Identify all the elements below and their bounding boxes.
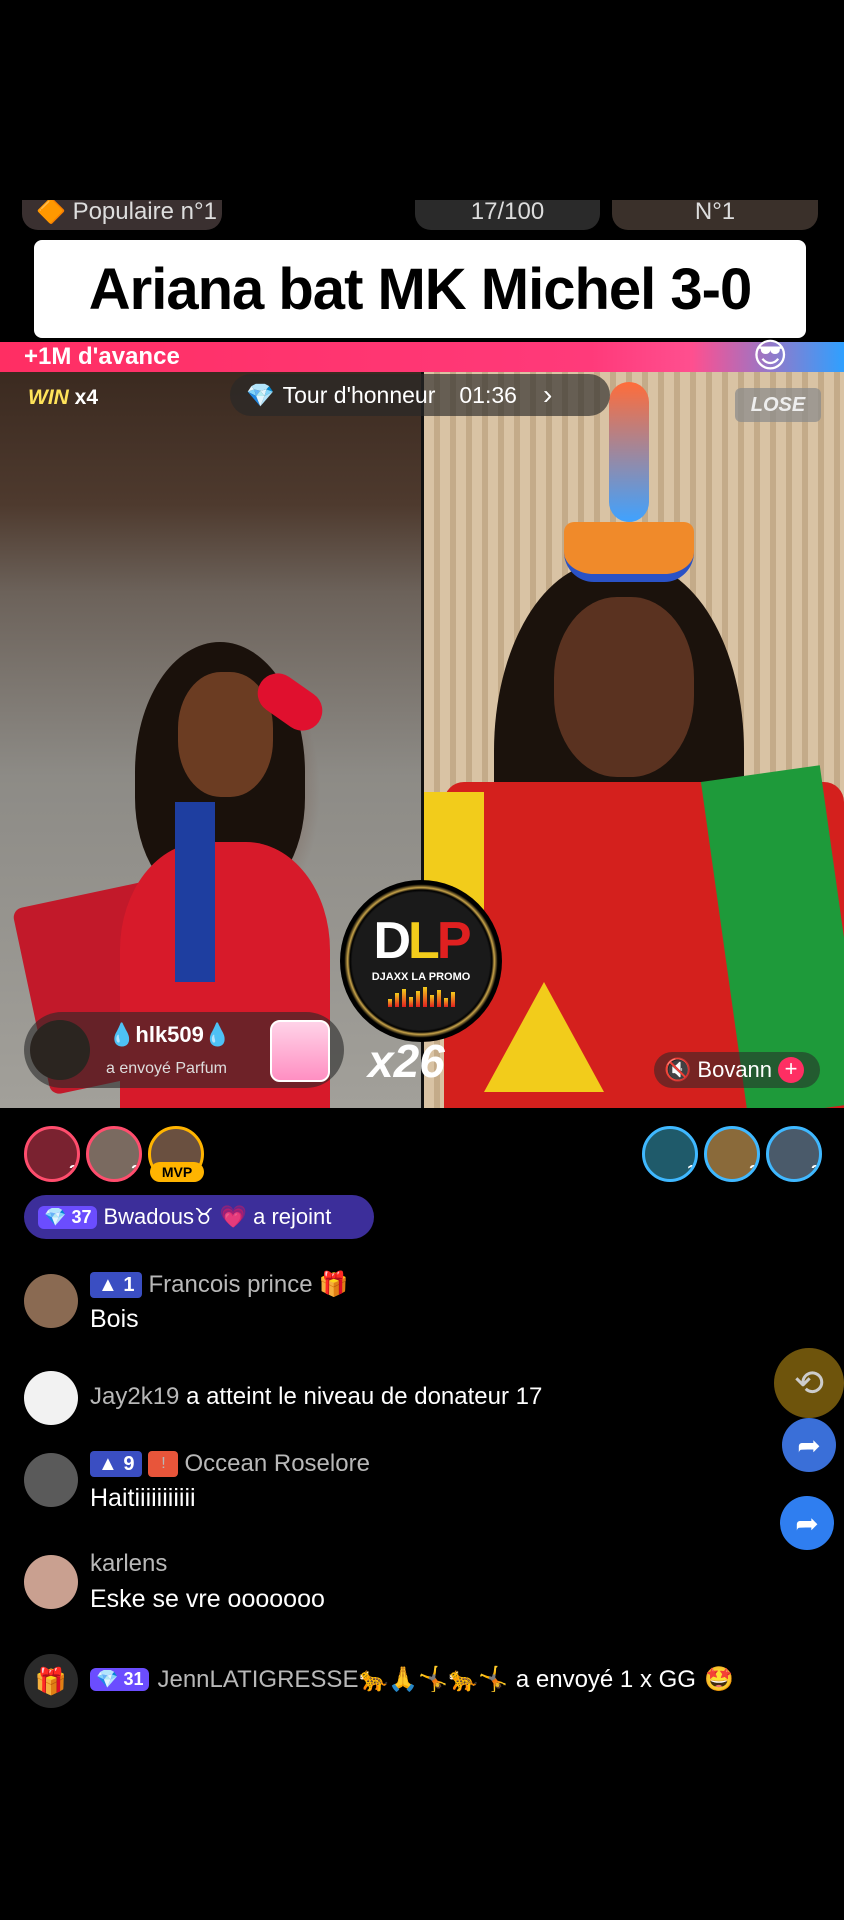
lead-text: +1M d'avance — [24, 343, 180, 370]
right-top-gifter-2[interactable]: 2 — [704, 1126, 760, 1182]
honor-round-timer: 01:36 — [459, 381, 517, 408]
host-scarf-shape — [175, 802, 215, 982]
equalizer-icon — [387, 987, 455, 1007]
avatar[interactable] — [24, 1453, 78, 1507]
logo-subtitle: DJAXX LA PROMO — [371, 971, 471, 983]
level-number: 1 — [123, 1273, 135, 1296]
popular-rank-label: Populaire n°1 — [72, 200, 217, 225]
chat-message-text: Bois — [90, 1305, 139, 1333]
video-caption: Ariana bat MK Michel 3-0 — [34, 240, 806, 338]
flame-icon: 🔶 — [36, 200, 66, 225]
share-icon[interactable]: ➦ — [780, 1496, 834, 1550]
diamond-icon: 💎 — [96, 1669, 119, 1689]
gift-notification[interactable]: 💧hlk509💧 a envoyé Parfum — [24, 1012, 344, 1088]
rank-pill[interactable]: N°1 — [612, 200, 818, 230]
progress-label: 17/100 — [470, 200, 545, 225]
chat-username-row: ▲ 1 Francois prince 🎁 — [90, 1270, 348, 1299]
perfume-gift-icon — [270, 1020, 330, 1082]
join-text: a rejoint — [253, 1204, 332, 1229]
diamond-icon: 💎 — [246, 381, 275, 408]
diamond-icon: 💎 — [44, 1206, 67, 1227]
dlp-watermark-logo: DLP DJAXX LA PROMO — [340, 880, 502, 1042]
mvp-badge: MVP — [150, 1162, 204, 1182]
right-host-name: Bovann — [697, 1057, 773, 1082]
level-badge: 💎 31 — [90, 1668, 150, 1691]
progress-pill[interactable]: 17/100 — [415, 200, 600, 230]
heart-icon: 💗 — [219, 1204, 248, 1229]
battle-score-bar: +1M d'avance 😎 — [0, 337, 844, 375]
gift-action-text: a envoyé Parfum — [106, 1060, 227, 1077]
chat-username-row: karlens — [90, 1550, 167, 1578]
gift-message: 💎 31 JennLATIGRESSE🐆🙏🤸🐆🤸 a envoyé 1 x GG… — [90, 1665, 734, 1694]
honor-round-label: Tour d'honneur — [282, 381, 436, 408]
sunglasses-emoji-icon: 😎 — [752, 337, 788, 375]
rank-label: N°1 — [694, 200, 736, 225]
plus-icon[interactable]: + — [778, 1057, 805, 1083]
avatar[interactable] — [24, 1274, 78, 1328]
clown-figure-effect — [609, 382, 649, 522]
mute-icon[interactable]: 🔇 — [664, 1057, 691, 1083]
rank-number: 3 — [811, 1163, 820, 1180]
top-status-strip: 🔶 Populaire n°1 17/100 N°1 — [0, 200, 844, 236]
rank-number: 2 — [749, 1163, 758, 1180]
gift-icon: 🎁 — [318, 1271, 349, 1298]
avatar[interactable] — [24, 1371, 78, 1425]
flag-star — [484, 982, 604, 1092]
share-icon[interactable]: ➦ — [782, 1418, 836, 1472]
chat-message-text: a envoyé 1 x GG — [515, 1665, 696, 1693]
right-host-card[interactable]: 🔇 Bovann + — [654, 1052, 820, 1088]
rank-number: 1 — [687, 1163, 696, 1180]
chat-username-row: ▲ 9 ! Occean Roselore — [90, 1450, 370, 1478]
logo-letter-d: D — [373, 912, 411, 970]
win-badge: WIN x4 — [28, 386, 98, 410]
clown-hat-effect — [564, 522, 694, 582]
repost-icon[interactable]: ⟲ — [774, 1348, 844, 1418]
level-badge: ▲ 1 — [90, 1271, 143, 1298]
chat-username[interactable]: Jay2k19 — [90, 1383, 179, 1410]
win-label: WIN — [28, 386, 69, 409]
donor-level-message: Jay2k19 a atteint le niveau de donateur … — [90, 1383, 542, 1411]
chat-username[interactable]: JennLATIGRESSE🐆🙏🤸🐆🤸 — [157, 1665, 507, 1694]
avatar[interactable] — [24, 1555, 78, 1609]
chat-message-text: Haitiiiiiiiiiii — [90, 1484, 196, 1512]
left-top-gifter-2[interactable]: 2 — [86, 1126, 142, 1182]
level-number: 37 — [71, 1206, 92, 1227]
level-badge: ▲ 9 — [90, 1451, 143, 1477]
gift-combo-count: x26 — [368, 1035, 445, 1087]
chat-username[interactable]: Occean Roselore — [184, 1450, 369, 1478]
chevron-right-icon[interactable]: › — [543, 379, 552, 411]
gift-sender-name: 💧hlk509💧 — [108, 1022, 232, 1047]
chat-username[interactable]: karlens — [90, 1550, 167, 1578]
popular-rank-pill[interactable]: 🔶 Populaire n°1 — [22, 200, 222, 230]
host-face-shape — [554, 597, 694, 777]
fan-badge-icon: ! — [148, 1451, 179, 1477]
right-top-gifter-1[interactable]: 1 — [642, 1126, 698, 1182]
level-number: 9 — [123, 1453, 135, 1475]
rank-number: 2 — [131, 1163, 140, 1180]
honor-round-bar[interactable]: 💎 Tour d'honneur 01:36 › — [230, 374, 610, 416]
chat-message-text: Eske se vre ooooooo — [90, 1585, 325, 1613]
join-username[interactable]: Bwadous♉ — [103, 1204, 213, 1230]
chat-message-text: a atteint le niveau de donateur 17 — [186, 1383, 543, 1410]
gg-sticker-icon: 🤩 — [703, 1666, 734, 1693]
left-top-gifter-1[interactable]: 3 — [24, 1126, 80, 1182]
level-badge: 💎 37 — [38, 1205, 98, 1229]
rank-number: 3 — [69, 1163, 78, 1180]
chat-username[interactable]: Francois prince — [148, 1271, 312, 1299]
avatar[interactable] — [30, 1020, 90, 1080]
join-notification: 💎 37 Bwadous♉ 💗 a rejoint — [24, 1195, 374, 1239]
lose-badge: LOSE — [735, 388, 821, 422]
logo-letter-p: P — [436, 912, 472, 970]
logo-letter-l: L — [408, 912, 440, 970]
right-top-gifter-3[interactable]: 3 — [766, 1126, 822, 1182]
win-count: x4 — [74, 386, 99, 409]
level-number: 31 — [123, 1669, 144, 1689]
gift-icon: 🎁 — [24, 1654, 78, 1708]
